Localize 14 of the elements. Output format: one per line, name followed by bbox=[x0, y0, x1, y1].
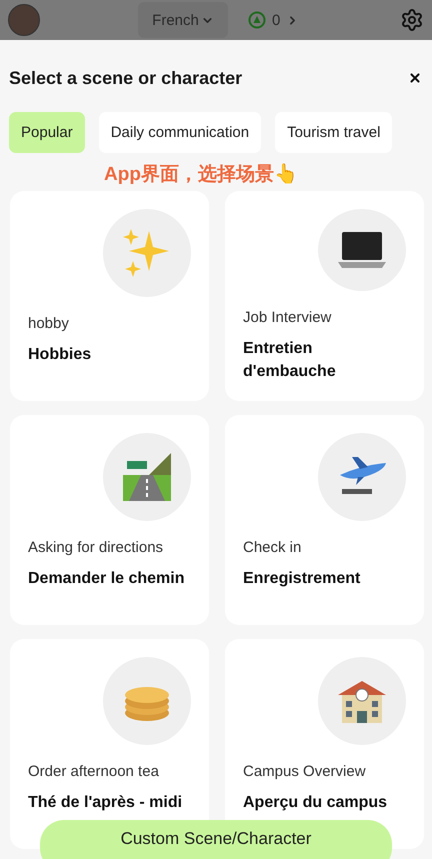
scene-title: Enregistrement bbox=[243, 569, 362, 589]
sheet-title: Select a scene or character bbox=[9, 68, 242, 88]
scene-english-name: Asking for directions bbox=[28, 539, 164, 556]
scene-english-name: Job Interview bbox=[243, 309, 332, 326]
scene-english-name: Check in bbox=[243, 539, 302, 556]
scene-title: Aperçu du campus bbox=[243, 793, 388, 813]
scene-english-name: Order afternoon tea bbox=[28, 763, 160, 780]
scene-english-name: hobby bbox=[28, 315, 70, 332]
scene-title: Hobbies bbox=[28, 345, 92, 365]
caption-overlay: App界面，选择场景👆 bbox=[104, 162, 298, 187]
scene-english-name: Campus Overview bbox=[243, 763, 367, 780]
scene-title: Thé de l'après - midi bbox=[28, 793, 184, 813]
scene-title: Demander le chemin bbox=[28, 569, 186, 589]
scene-title: Entretien d'embauche bbox=[243, 339, 337, 382]
